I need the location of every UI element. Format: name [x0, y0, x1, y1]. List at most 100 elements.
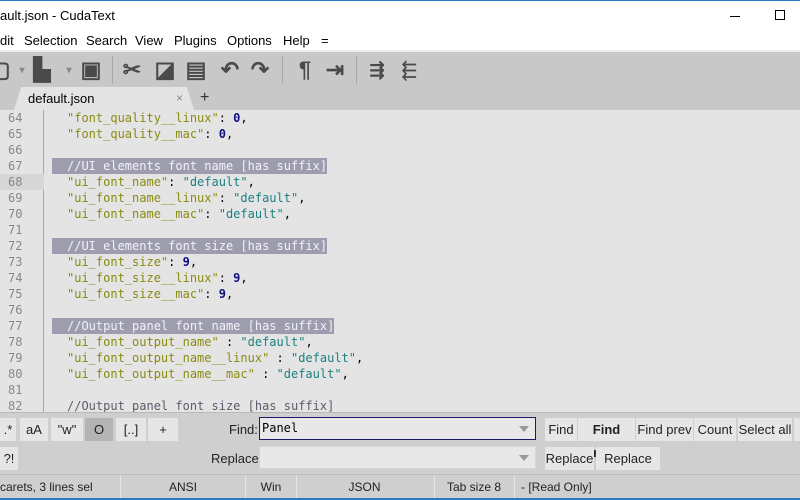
code-line[interactable]: 67 //UI elements font name [has suffix]	[0, 158, 800, 174]
find-prev-button[interactable]: Find prev	[636, 418, 693, 441]
code-line[interactable]: 78 "ui_font_output_name" : "default",	[0, 334, 800, 350]
wrap-toggle[interactable]: O	[85, 418, 113, 441]
find-button[interactable]: Find	[545, 418, 577, 441]
code-line[interactable]: 70 "ui_font_name__mac": "default",	[0, 206, 800, 222]
indent-icon[interactable]: ⇶	[363, 56, 391, 84]
code-line[interactable]: 75 "ui_font_size__mac": 9,	[0, 286, 800, 302]
status-lexer[interactable]: JSON	[297, 480, 432, 494]
code-token: "ui_font_size__mac"	[67, 287, 205, 301]
replace-label: Replace:	[211, 451, 263, 466]
code-token: //Output panel font name [has suffix]	[67, 319, 335, 333]
code-token: ,	[341, 367, 349, 381]
code-text: "ui_font_name": "default",	[67, 174, 255, 190]
redo-icon[interactable]: ↷	[246, 56, 274, 84]
line-number: 67	[8, 159, 23, 173]
code-editor[interactable]: 64 "font_quality__linux": 0, 65 "font_quali…	[0, 110, 800, 412]
code-line[interactable]: 66	[0, 142, 800, 158]
code-token: 0	[218, 127, 226, 141]
code-token: :	[168, 175, 183, 189]
maximize-icon[interactable]	[775, 10, 785, 20]
in-selection-toggle[interactable]: [..]	[116, 418, 146, 441]
code-line[interactable]: 72 //UI elements font size [has suffix]	[0, 238, 800, 254]
code-text: //Output panel font name [has suffix]	[67, 318, 334, 334]
code-token: "ui_font_name"	[67, 175, 169, 189]
code-line[interactable]: 68 "ui_font_name": "default",	[0, 174, 800, 190]
tab-label: default.json	[28, 91, 95, 106]
code-line[interactable]: 71	[0, 222, 800, 238]
regex-toggle[interactable]: .*	[0, 418, 16, 441]
code-token: "font_quality__linux"	[67, 111, 219, 125]
whole-words-toggle[interactable]: "w"	[51, 418, 83, 441]
confirm-replace-toggle[interactable]: ?!	[0, 447, 18, 470]
status-line-ends[interactable]: Win	[246, 480, 296, 494]
menu-selection[interactable]: Selection	[24, 33, 77, 48]
menu-edit[interactable]: dit	[0, 33, 14, 48]
code-text: "ui_font_output_name" : "default",	[67, 334, 313, 350]
replace-input[interactable]	[259, 446, 536, 469]
more-options-toggle[interactable]: +	[148, 418, 178, 441]
code-token: ,	[225, 127, 234, 141]
code-token: "default"	[276, 367, 342, 381]
code-line[interactable]: 80 "ui_font_output_name__mac" : "default"…	[0, 366, 800, 382]
code-line[interactable]: 77 //Output panel font name [has suffix]	[0, 318, 800, 334]
code-line[interactable]: 82 //Output panel font size [has suffix]	[0, 398, 800, 412]
menu-search[interactable]: Search	[86, 33, 127, 48]
code-token: :	[218, 271, 234, 285]
menu-view[interactable]: View	[135, 33, 163, 48]
status-tab-size[interactable]: Tab size 8	[435, 480, 513, 494]
code-text: "ui_font_size": 9,	[67, 254, 197, 270]
code-line[interactable]: 76	[0, 302, 800, 318]
replace-all-button[interactable]: Replace all	[596, 447, 660, 489]
minimize-icon[interactable]	[730, 16, 740, 17]
cut-icon[interactable]: ✂	[118, 56, 146, 84]
line-number: 72	[8, 239, 23, 253]
code-line[interactable]: 73 "ui_font_size": 9,	[0, 254, 800, 270]
find-input[interactable]: Panel	[259, 417, 536, 440]
menu-options[interactable]: Options	[227, 33, 272, 48]
count-button[interactable]: Count	[694, 418, 736, 441]
line-number: 65	[8, 127, 23, 141]
code-token: ,	[189, 255, 198, 269]
code-token: ,	[240, 271, 248, 285]
pilcrow-icon[interactable]: ¶	[291, 56, 319, 84]
chevron-down-icon[interactable]	[519, 426, 529, 432]
undo-icon[interactable]: ↶	[216, 56, 244, 84]
save-icon[interactable]: ▣	[77, 56, 105, 84]
paste-icon[interactable]: ▤	[182, 56, 210, 84]
line-number: 70	[8, 207, 23, 221]
code-token: :	[204, 207, 219, 221]
menu-help[interactable]: Help	[283, 33, 310, 48]
copy-icon[interactable]: ◪	[151, 56, 179, 84]
line-number: 79	[8, 351, 23, 365]
add-tab-button[interactable]: +	[200, 89, 209, 107]
line-number: 82	[8, 399, 23, 412]
code-line[interactable]: 74 "ui_font_size__linux": 9,	[0, 270, 800, 286]
find-replace-panel: .* aA "w" O [..] + ?! Find: Panel Replac…	[0, 412, 800, 489]
close-tab-icon[interactable]: ×	[176, 91, 183, 105]
code-token: "ui_font_size__linux"	[67, 271, 219, 285]
menu-plugins[interactable]: Plugins	[174, 33, 217, 48]
code-line[interactable]: 64 "font_quality__linux": 0,	[0, 110, 800, 126]
code-line[interactable]: 69 "ui_font_name__linux": "default",	[0, 190, 800, 206]
chevron-down-icon[interactable]	[519, 455, 529, 461]
case-toggle[interactable]: aA	[20, 418, 48, 441]
line-number: 81	[8, 383, 23, 397]
code-line[interactable]: 81	[0, 382, 800, 398]
window-title: ault.json - CudaText	[0, 8, 115, 23]
find-next-button[interactable]: Find next	[578, 418, 635, 460]
menu-extra[interactable]: =	[321, 33, 329, 48]
code-line[interactable]: 79 "ui_font_output_name__linux" : "defaul…	[0, 350, 800, 366]
open-folder-icon[interactable]: ▙	[28, 56, 56, 84]
code-line[interactable]: 65 "font_quality__mac": 0,	[0, 126, 800, 142]
status-divider	[514, 475, 515, 499]
code-token: ,	[305, 335, 313, 349]
status-encoding[interactable]: ANSI	[121, 480, 245, 494]
wrap-icon[interactable]: ⇥	[321, 56, 349, 84]
tab-default-json[interactable]: default.json ×	[14, 87, 194, 110]
line-number: 76	[8, 303, 23, 317]
replace-button[interactable]: Replace	[545, 447, 594, 470]
extra-button[interactable]	[794, 418, 800, 441]
code-token: ,	[225, 287, 234, 301]
select-all-button[interactable]: Select all	[738, 418, 792, 441]
unindent-icon[interactable]: ⬱	[395, 56, 423, 84]
